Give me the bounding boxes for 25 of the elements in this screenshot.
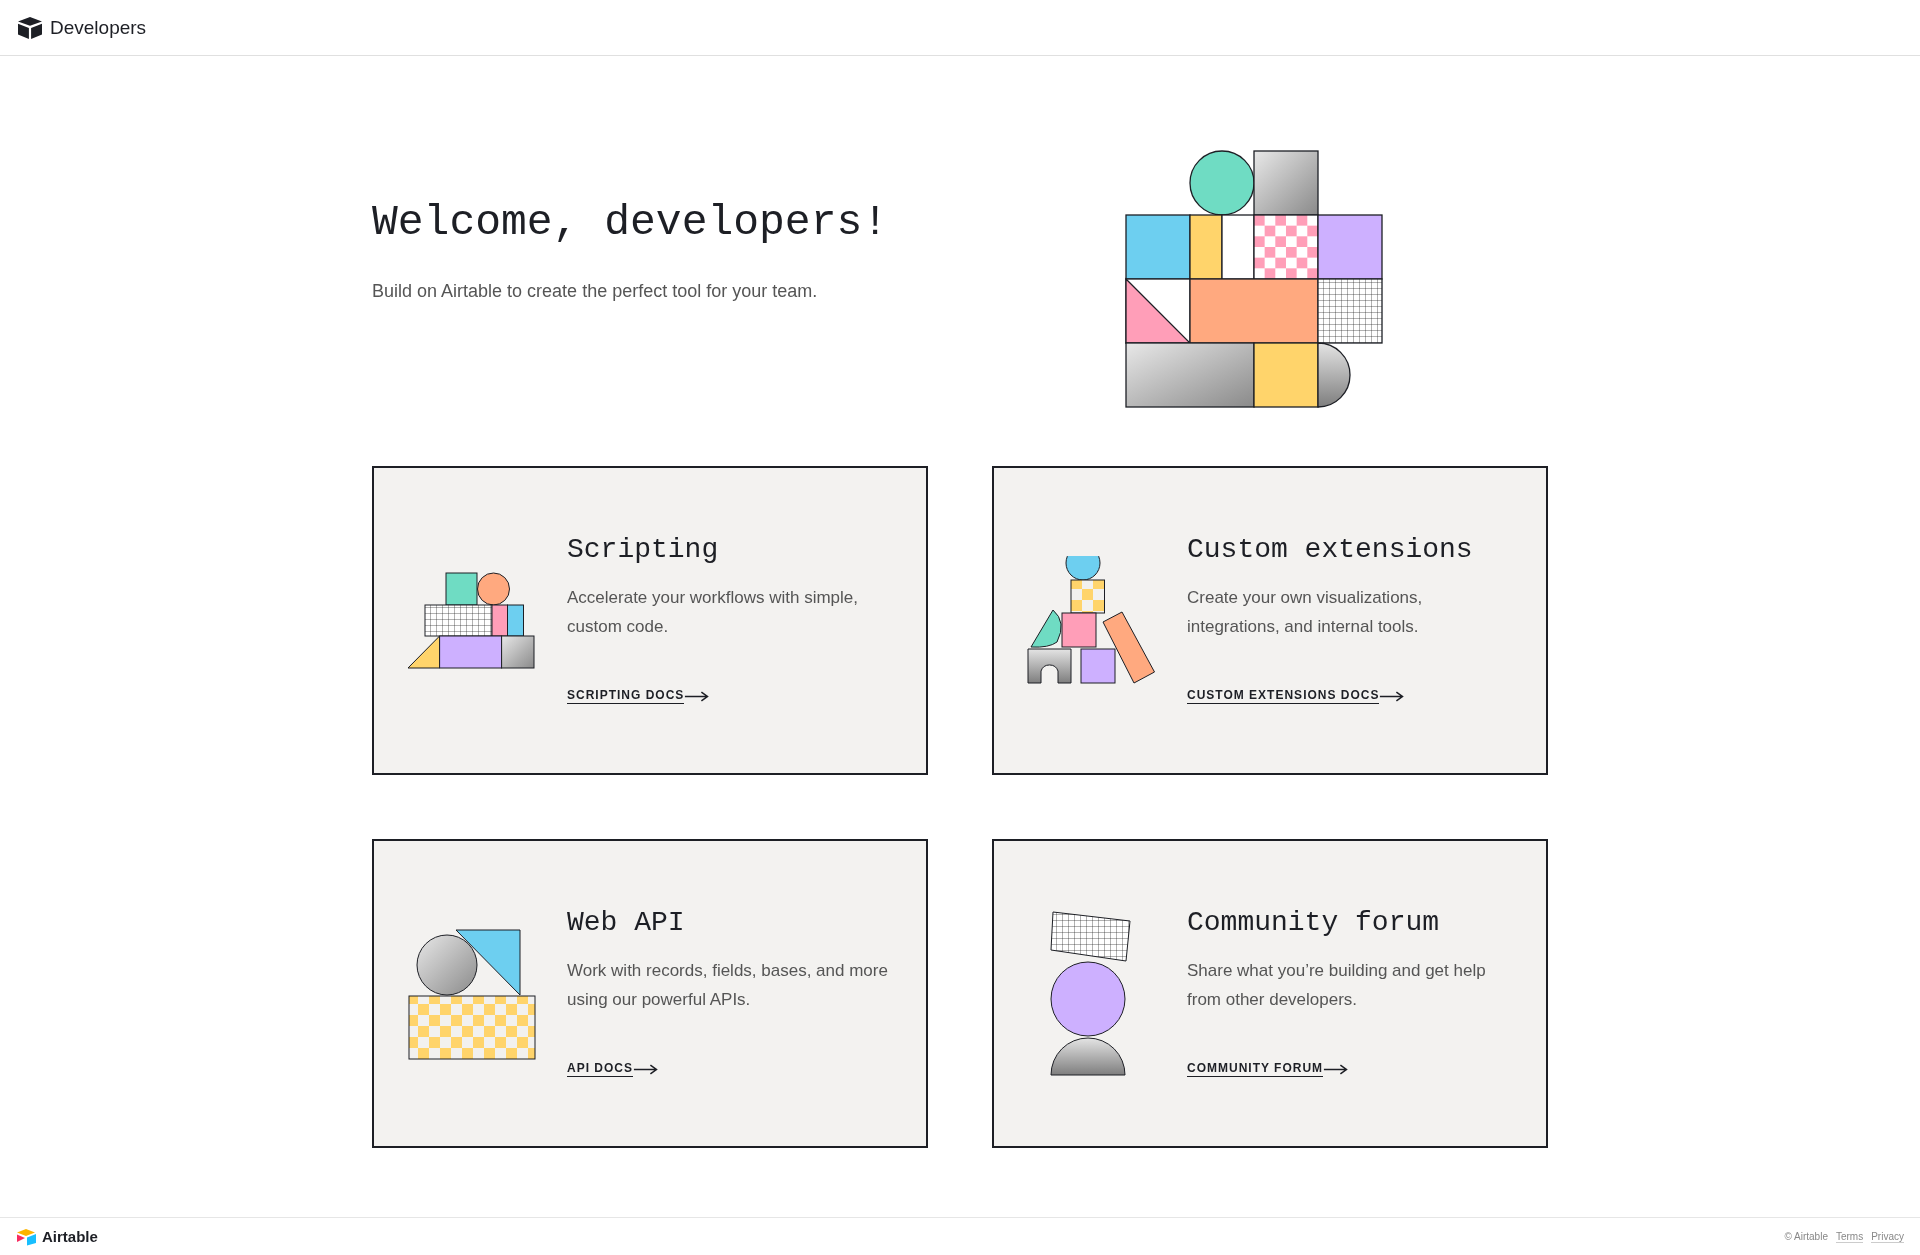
docs-link[interactable]: CUSTOM EXTENSIONS DOCS: [1187, 688, 1406, 704]
card-description: Work with records, fields, bases, and more using our powerful APIs.: [567, 960, 889, 1011]
arrow-right-icon: [684, 690, 711, 702]
docs-link[interactable]: SCRIPTING DOCS: [567, 688, 711, 704]
copyright-text: © Airtable: [1784, 1230, 1828, 1243]
developers-home-link[interactable]: Developers: [16, 15, 147, 40]
card-title: Custom extensions: [1187, 534, 1474, 565]
airtable-logo-icon: [16, 1227, 38, 1246]
page-title: Welcome, developers!: [372, 198, 889, 247]
card-description: Accelerate your workflows with simple, custom code.: [567, 587, 859, 638]
card-description: Share what you’re building and get help from other developers.: [1187, 960, 1487, 1011]
card-description: Create your own visualizations, integrations, and internal tools.: [1187, 587, 1424, 638]
arrow-right-icon: [1323, 1063, 1350, 1075]
footer-link[interactable]: Privacy: [1871, 1230, 1904, 1243]
arrow-right-icon: [633, 1063, 659, 1075]
docs-link[interactable]: COMMUNITY FORUM: [1187, 1061, 1350, 1077]
page-subtitle: Build on Airtable to create the perfect tool for your team.: [372, 281, 819, 302]
docs-link[interactable]: API DOCS: [567, 1061, 659, 1077]
card-title: Scripting: [567, 534, 720, 565]
card-title: Web API: [567, 907, 686, 938]
card-title: Community forum: [1187, 907, 1441, 938]
cube-logo-icon: [16, 15, 44, 40]
airtable-home-link[interactable]: Airtable: [16, 1227, 98, 1246]
footer-link[interactable]: Terms: [1835, 1230, 1864, 1243]
arrow-right-icon: [1379, 690, 1406, 702]
